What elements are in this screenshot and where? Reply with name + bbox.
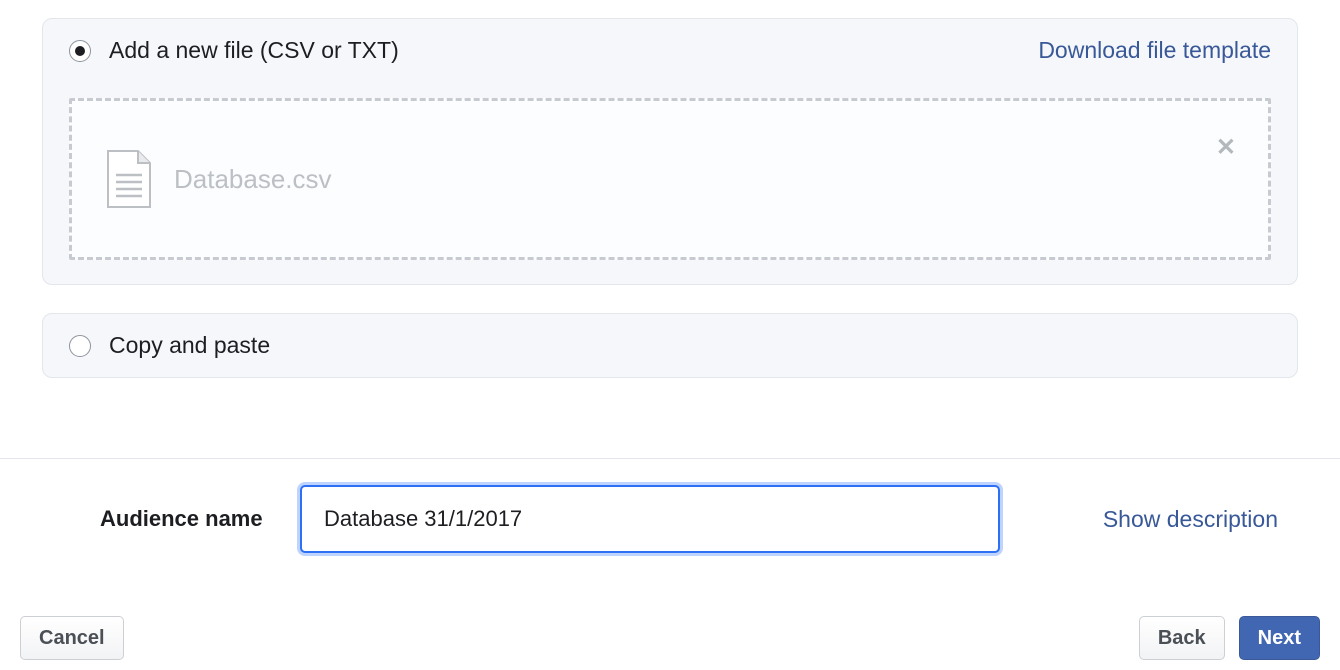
cancel-button[interactable]: Cancel	[20, 616, 124, 660]
dropzone-content: Database.csv	[102, 149, 1238, 209]
paste-radio-row[interactable]: Copy and paste	[69, 332, 1271, 359]
file-dropzone[interactable]: Database.csv ✕	[69, 98, 1271, 260]
upload-file-panel: Add a new file (CSV or TXT) Download fil…	[42, 18, 1298, 285]
radio-add-file[interactable]	[69, 40, 91, 62]
radio-copy-paste[interactable]	[69, 335, 91, 357]
uploaded-file-name: Database.csv	[174, 164, 332, 195]
audience-name-input[interactable]	[300, 485, 1000, 553]
upload-radio-row[interactable]: Add a new file (CSV or TXT)	[69, 37, 399, 64]
file-icon	[106, 149, 152, 209]
audience-name-label: Audience name	[100, 506, 300, 532]
dialog-footer: Cancel Back Next	[0, 616, 1340, 660]
radio-add-file-label: Add a new file (CSV or TXT)	[109, 37, 399, 64]
download-template-link[interactable]: Download file template	[1038, 37, 1271, 64]
radio-copy-paste-label: Copy and paste	[109, 332, 270, 359]
next-button[interactable]: Next	[1239, 616, 1320, 660]
audience-name-row: Audience name Show description	[0, 459, 1340, 553]
show-description-link[interactable]: Show description	[1103, 506, 1278, 533]
back-button[interactable]: Back	[1139, 616, 1225, 660]
remove-file-icon[interactable]: ✕	[1216, 133, 1236, 162]
upload-panel-header: Add a new file (CSV or TXT) Download fil…	[69, 37, 1271, 64]
copy-paste-panel: Copy and paste	[42, 313, 1298, 378]
